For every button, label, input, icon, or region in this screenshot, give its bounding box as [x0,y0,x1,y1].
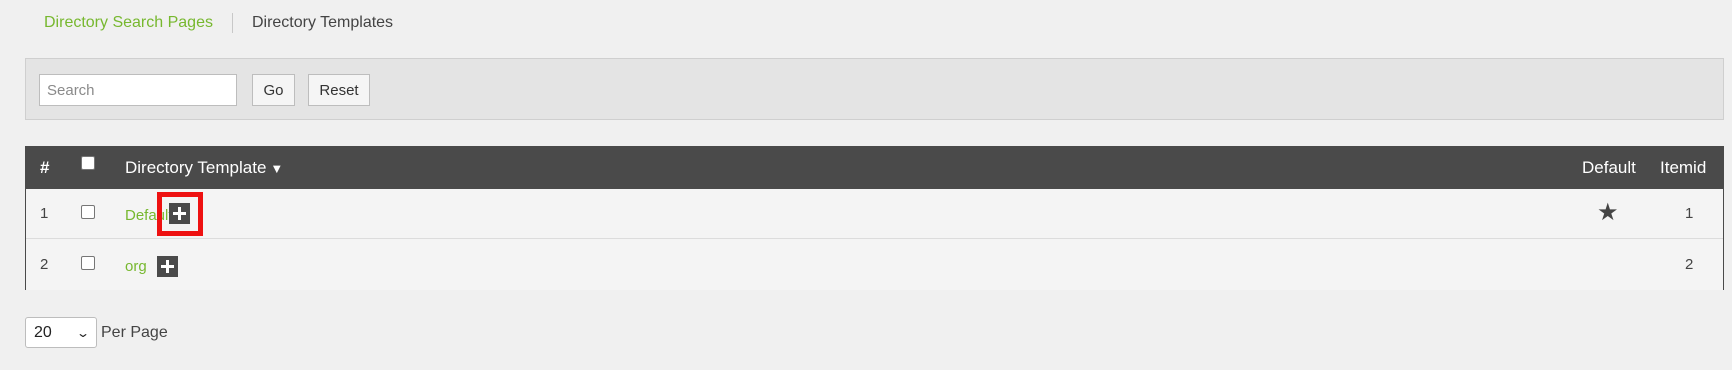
star-icon[interactable]: ★ [1597,198,1619,227]
add-plus-icon[interactable] [169,203,190,224]
column-header-directory-template[interactable]: Directory Template ▼ [125,147,283,189]
row-itemid: 2 [1685,256,1694,273]
column-header-title-label: Directory Template [125,158,267,177]
table-row: 2 org 2 [26,240,1723,290]
select-all-checkbox[interactable] [81,155,95,175]
row-checkbox[interactable] [81,205,95,223]
per-page-control: 20 ⌄ Per Page [25,317,168,348]
tab-directory-search-pages[interactable]: Directory Search Pages [44,14,213,32]
column-header-itemid: Itemid [1660,158,1707,177]
row-checkbox[interactable] [81,256,95,274]
row-number: 1 [40,205,49,222]
search-panel: Go Reset [25,58,1724,120]
sort-desc-icon: ▼ [270,161,284,176]
template-link[interactable]: org [125,258,147,275]
row-number: 2 [40,256,49,273]
tab-directory-templates[interactable]: Directory Templates [252,14,393,32]
reset-button[interactable]: Reset [308,74,370,106]
row-itemid: 1 [1685,205,1694,222]
per-page-value: 20 [34,323,52,341]
search-input[interactable] [39,74,237,106]
chevron-down-icon: ⌄ [75,325,91,340]
column-header-number: # [40,158,50,177]
tab-bar: Directory Search Pages Directory Templat… [44,12,393,34]
tab-divider [231,13,233,33]
templates-table: # Directory Template ▼ Default Itemid 1 D… [25,146,1724,290]
add-plus-icon[interactable] [157,256,178,277]
table-row: 1 Default ★ 1 [26,189,1723,239]
go-button[interactable]: Go [252,74,295,106]
column-header-default: Default [1582,158,1636,177]
table-header: # Directory Template ▼ Default Itemid [26,147,1723,189]
per-page-select[interactable]: 20 ⌄ [25,317,97,348]
per-page-label: Per Page [101,323,168,341]
